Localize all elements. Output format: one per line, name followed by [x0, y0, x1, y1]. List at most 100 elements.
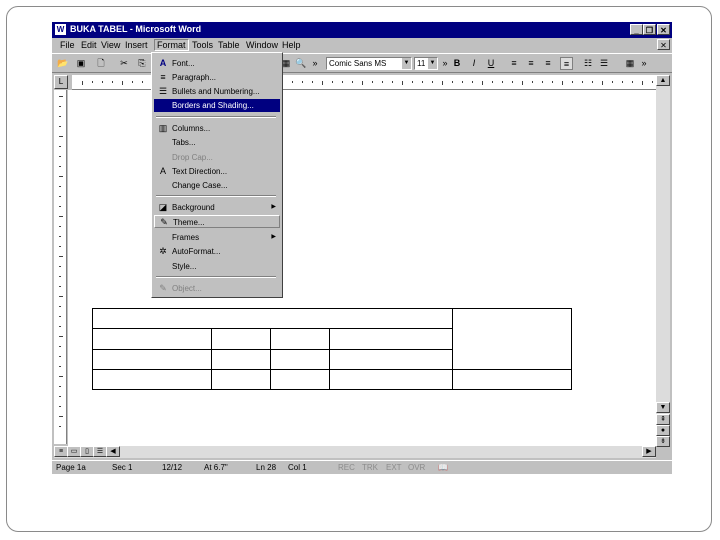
submenu-arrow-icon: ▶ [271, 204, 276, 210]
web-layout-view-icon[interactable]: ▭ [67, 446, 81, 457]
table-cell[interactable] [329, 328, 453, 350]
tab-selector-button[interactable]: L [54, 75, 68, 89]
horizontal-scrollbar[interactable]: ≡ ▭ ▯ ☰ ◀ ▶ [54, 446, 656, 458]
menu-item-tabs[interactable]: Tabs... [154, 136, 280, 149]
select-browse-object-icon[interactable]: ● [656, 425, 670, 436]
menu-item-paragraph[interactable]: ≡ Paragraph... [154, 71, 280, 84]
chevron-down-icon[interactable]: ▼ [402, 58, 411, 69]
menu-item-frames[interactable]: Frames ▶ [154, 231, 280, 244]
cut-icon[interactable]: ✂ [118, 57, 130, 70]
table-cell[interactable] [92, 348, 212, 370]
status-rec[interactable]: REC [338, 463, 355, 472]
spelling-status-icon[interactable]: 📖 [438, 463, 448, 472]
table-cell[interactable] [211, 368, 271, 391]
normal-view-icon[interactable]: ≡ [54, 446, 68, 457]
table-cell[interactable] [92, 368, 212, 391]
scroll-right-icon[interactable]: ▶ [642, 446, 656, 457]
save-icon[interactable]: ▣ [74, 57, 88, 70]
vertical-scrollbar[interactable]: ▲ ▼ ⇞ ● ⇟ [656, 75, 670, 447]
menu-help[interactable]: Help [282, 40, 301, 50]
menu-item-object: ✎ Object... [154, 282, 280, 295]
table-cell[interactable] [92, 328, 212, 350]
align-right-icon[interactable]: ≡ [542, 57, 554, 70]
font-name-combo[interactable]: Comic Sans MS ▼ [326, 57, 412, 70]
copy-icon[interactable]: ⎘ [136, 57, 148, 70]
ruler-tick [59, 326, 61, 327]
font-size-combo[interactable]: 11 ▼ [414, 57, 438, 70]
toolbar-overflow-icon[interactable]: » [441, 57, 449, 70]
status-line: Ln 28 [256, 463, 277, 472]
menu-item-style[interactable]: Style... [154, 260, 280, 273]
vertical-ruler[interactable] [54, 90, 67, 444]
outline-view-icon[interactable]: ☰ [93, 446, 107, 457]
align-left-icon[interactable]: ≡ [508, 57, 520, 70]
menu-item-autoformat[interactable]: ✲ AutoFormat... [154, 245, 280, 258]
close-button[interactable]: ✕ [657, 24, 670, 35]
table-cell[interactable] [452, 308, 572, 370]
menu-item-font[interactable]: A Font... [154, 57, 280, 70]
minimize-button[interactable]: _ [630, 24, 643, 35]
ruler-tick [59, 246, 61, 247]
table-cell[interactable] [211, 328, 271, 350]
numbering-icon[interactable]: ☷ [582, 57, 594, 70]
ruler-tick [59, 386, 61, 387]
toolbar-overflow-icon[interactable]: » [640, 57, 648, 70]
document-table[interactable] [92, 307, 572, 391]
menu-item-theme[interactable]: ✎ Theme... [154, 215, 280, 228]
menu-item-borders-and-shading[interactable]: Borders and Shading... [154, 99, 280, 112]
table-cell[interactable] [329, 348, 453, 370]
menu-edit[interactable]: Edit [81, 40, 97, 50]
menu-item-change-case[interactable]: Change Case... [154, 179, 280, 192]
menu-tools[interactable]: Tools [192, 40, 213, 50]
print-layout-view-icon[interactable]: ▯ [80, 446, 94, 457]
scroll-down-icon[interactable]: ▼ [656, 402, 670, 413]
table-cell[interactable] [92, 307, 453, 330]
menu-view[interactable]: View [101, 40, 120, 50]
table-cell[interactable] [211, 348, 271, 370]
menu-item-background[interactable]: ◪ Background ▶ [154, 201, 280, 214]
document-close-button[interactable]: ✕ [657, 39, 670, 50]
underline-icon[interactable]: U [485, 57, 497, 70]
ruler-tick [59, 216, 63, 217]
menu-item-text-direction[interactable]: A Text Direction... [154, 165, 280, 178]
word-app-icon[interactable]: W [55, 24, 66, 35]
menu-window[interactable]: Window [246, 40, 278, 50]
ruler-tick [59, 306, 61, 307]
justify-icon[interactable]: ≡ [560, 57, 573, 70]
zoom-icon[interactable]: 🔍 [294, 57, 308, 70]
ruler-tick [132, 81, 133, 83]
previous-page-icon[interactable]: ⇞ [656, 414, 670, 425]
table-cell[interactable] [270, 328, 330, 350]
table-cell[interactable] [329, 368, 453, 391]
menu-insert[interactable]: Insert [125, 40, 148, 50]
status-ext[interactable]: EXT [386, 463, 402, 472]
menu-separator [156, 276, 276, 278]
chevron-down-icon[interactable]: ▼ [428, 58, 437, 69]
align-center-icon[interactable]: ≡ [525, 57, 537, 70]
italic-icon[interactable]: I [468, 57, 480, 70]
menu-item-columns[interactable]: ▥ Columns... [154, 122, 280, 135]
window-title: BUKA TABEL - Microsoft Word [70, 24, 202, 34]
ruler-tick [59, 346, 61, 347]
menu-format[interactable]: Format [154, 39, 189, 51]
menu-table[interactable]: Table [218, 40, 240, 50]
status-trk[interactable]: TRK [362, 463, 378, 472]
table-cell[interactable] [452, 368, 572, 391]
open-icon[interactable]: 📂 [56, 57, 70, 70]
ruler-tick [59, 186, 61, 187]
print-preview-icon[interactable]: 🗋 [94, 57, 108, 70]
status-ovr[interactable]: OVR [408, 463, 425, 472]
scroll-left-icon[interactable]: ◀ [106, 446, 120, 457]
bold-icon[interactable]: B [451, 57, 463, 70]
menu-item-bullets-and-numbering[interactable]: ☰ Bullets and Numbering... [154, 85, 280, 98]
next-page-icon[interactable]: ⇟ [656, 436, 670, 447]
ruler-tick [59, 276, 61, 277]
table-cell[interactable] [270, 348, 330, 370]
restore-button[interactable]: ❐ [643, 24, 656, 35]
table-cell[interactable] [270, 368, 330, 391]
scroll-up-icon[interactable]: ▲ [656, 75, 670, 86]
toolbar-overflow-icon[interactable]: » [311, 57, 319, 70]
menu-file[interactable]: File [60, 40, 75, 50]
outside-border-icon[interactable]: ▦ [624, 57, 636, 70]
bullets-icon[interactable]: ☰ [598, 57, 610, 70]
